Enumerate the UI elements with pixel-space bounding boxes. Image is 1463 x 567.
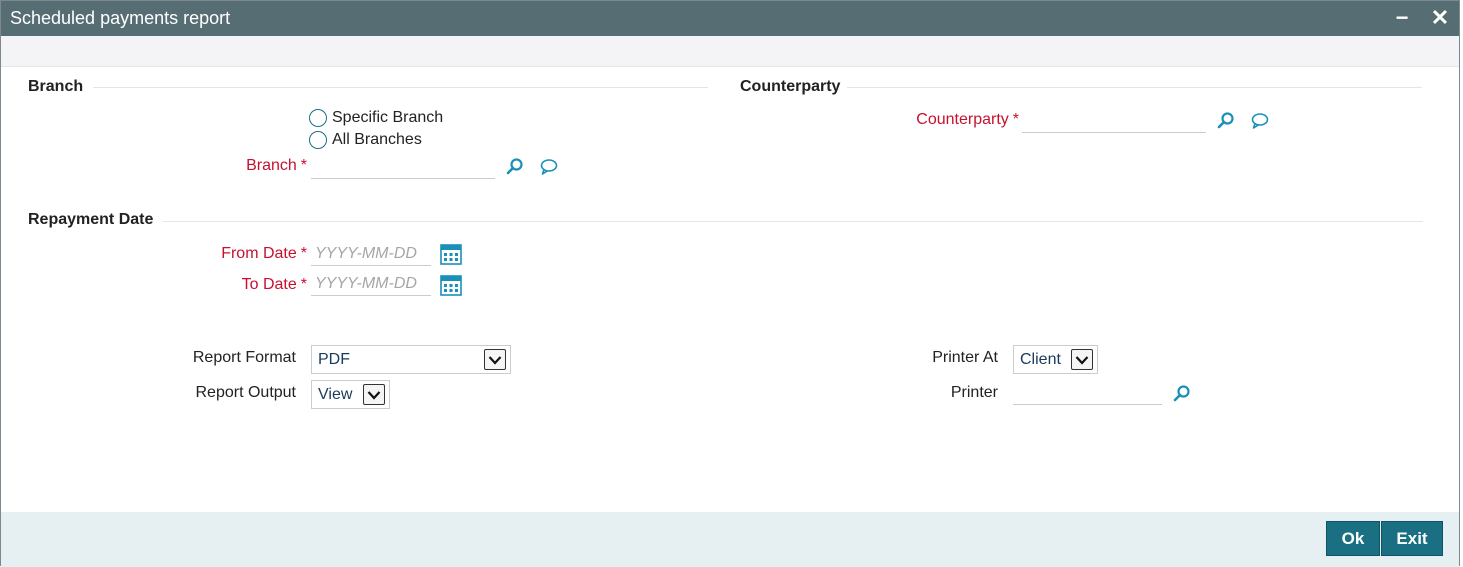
exit-button[interactable]: Exit: [1381, 521, 1443, 556]
branch-label: Branch *: [246, 157, 307, 174]
report-format-value: PDF: [318, 350, 350, 368]
minimize-icon[interactable]: −: [1390, 5, 1414, 31]
report-output-select[interactable]: View: [311, 380, 390, 409]
close-icon[interactable]: ✕: [1428, 5, 1452, 31]
window-title: Scheduled payments report: [10, 8, 231, 28]
to-date-input[interactable]: [311, 272, 431, 296]
comment-icon[interactable]: [1250, 111, 1270, 131]
calendar-icon[interactable]: [440, 244, 462, 265]
radio-all-branches[interactable]: All Branches: [309, 131, 422, 149]
repayment-section-title: Repayment Date: [28, 211, 154, 228]
from-date-label: From Date *: [221, 245, 307, 262]
toolbar-strip: [1, 36, 1459, 67]
branch-section-title: Branch: [28, 78, 84, 95]
chevron-down-icon[interactable]: [484, 349, 506, 370]
report-format-label: Report Format: [192, 349, 296, 366]
section-divider: [93, 87, 708, 88]
printer-at-select[interactable]: Client: [1013, 345, 1098, 374]
radio-specific-branch[interactable]: Specific Branch: [309, 109, 443, 127]
to-date-label: To Date *: [241, 276, 307, 293]
radio-all-branches-label: All Branches: [332, 131, 422, 148]
radio-button[interactable]: [309, 131, 327, 149]
calendar-icon[interactable]: [440, 275, 462, 296]
radio-button[interactable]: [309, 109, 327, 127]
printer-at-label: Printer At: [932, 349, 998, 366]
section-divider: [163, 221, 1423, 222]
chevron-down-icon[interactable]: [1071, 349, 1093, 370]
report-output-value: View: [318, 385, 353, 403]
search-icon[interactable]: [505, 157, 525, 177]
from-date-input[interactable]: [311, 242, 431, 266]
printer-input[interactable]: [1013, 381, 1162, 405]
report-format-select[interactable]: PDF: [311, 345, 511, 374]
report-output-label: Report Output: [195, 384, 297, 401]
printer-label: Printer: [950, 384, 998, 401]
report-window: Scheduled payments report − ✕ Branch Spe…: [0, 0, 1460, 567]
search-icon[interactable]: [1172, 384, 1192, 404]
section-divider: [847, 87, 1422, 88]
chevron-down-icon[interactable]: [363, 384, 385, 405]
counterparty-section-title: Counterparty: [740, 78, 841, 95]
branch-input[interactable]: [311, 155, 495, 179]
comment-icon[interactable]: [539, 157, 559, 177]
search-icon[interactable]: [1216, 111, 1236, 131]
footer-bar: Ok Exit: [1, 512, 1459, 567]
counterparty-label: Counterparty *: [916, 111, 1019, 128]
printer-at-value: Client: [1020, 350, 1061, 368]
counterparty-input[interactable]: [1022, 109, 1206, 133]
ok-button[interactable]: Ok: [1326, 521, 1380, 556]
title-bar: Scheduled payments report − ✕: [1, 1, 1459, 36]
radio-specific-branch-label: Specific Branch: [332, 109, 444, 126]
